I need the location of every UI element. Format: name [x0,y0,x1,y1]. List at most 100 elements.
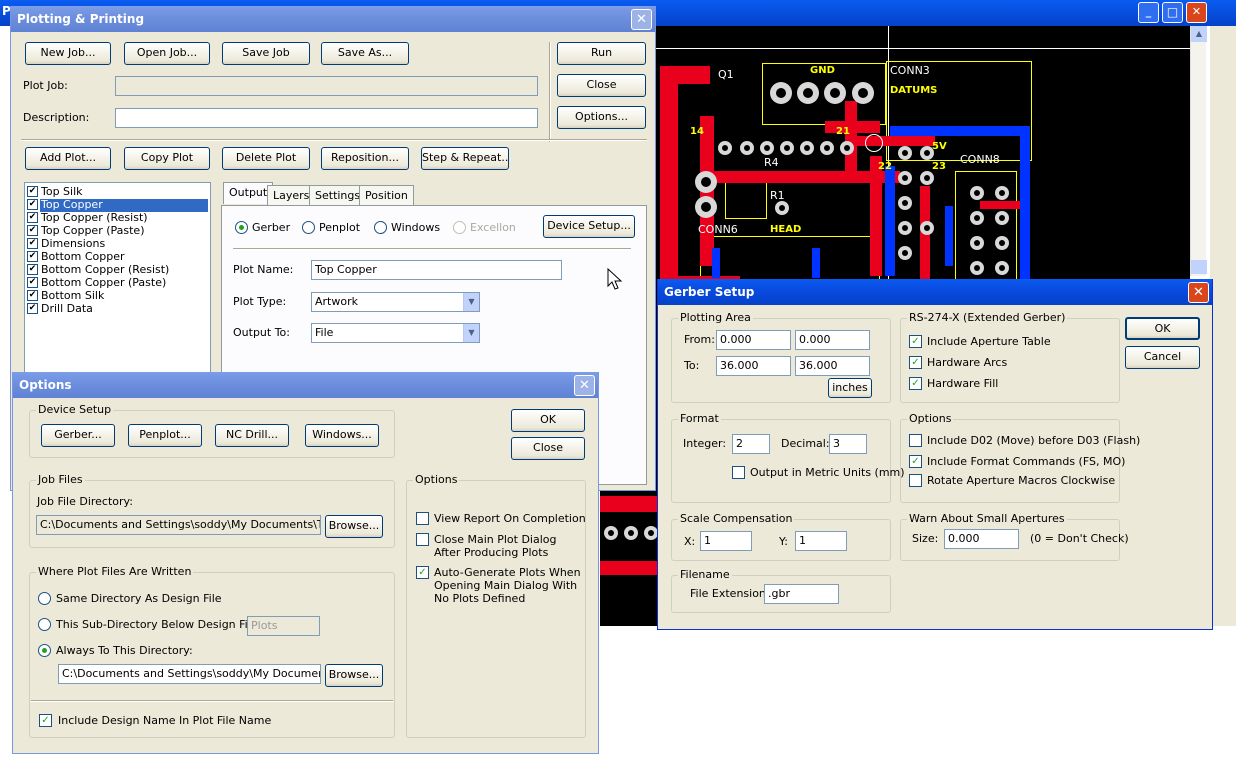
trace [870,156,882,276]
integer-field[interactable]: 2 [732,434,770,454]
size-field[interactable]: 0.000 [944,529,1019,549]
description-field[interactable] [115,108,538,128]
tab-strip: Output Layers Settings Position [221,182,651,206]
view-report-checkbox[interactable] [416,512,429,525]
layer-checkbox[interactable]: ✔ [27,199,38,210]
windows-radio[interactable] [374,221,387,234]
pad [970,186,984,200]
close-main-button[interactable]: ✕ [1186,2,1207,23]
gerber-radio[interactable] [235,221,248,234]
always-dir-field[interactable]: C:\Documents and Settings\soddy\My Docum… [58,664,321,684]
scroll-up-arrow-icon[interactable]: ▲ [1191,26,1207,42]
browse-job-dir-button[interactable]: Browse... [325,515,383,538]
tab-settings[interactable]: Settings [309,185,367,205]
close-button[interactable]: Close [511,437,585,460]
job-dir-field[interactable]: C:\Documents and Settings\soddy\My Docum… [36,515,321,535]
layer-checkbox[interactable]: ✔ [27,225,38,236]
layer-checkbox[interactable]: ✔ [27,186,38,197]
output-to-select[interactable]: File ▼ [311,323,480,343]
gerber-title: Gerber Setup [658,279,1212,305]
file-extension-field[interactable]: .gbr [764,584,839,604]
from-y-field[interactable]: 0.000 [795,330,870,350]
decimal-field[interactable]: 3 [829,434,867,454]
open-job-button[interactable]: Open Job... [124,42,210,65]
add-plot-button[interactable]: Add Plot... [25,147,111,170]
to-y-field[interactable]: 36.000 [795,356,870,376]
where-legend: Where Plot Files Are Written [36,565,194,578]
browse-plot-dir-button[interactable]: Browse... [325,664,383,687]
include-design-checkbox[interactable]: ✓ [39,714,52,727]
pad [865,134,883,152]
run-button[interactable]: Run [557,42,646,65]
layer-checkbox[interactable]: ✔ [27,212,38,223]
layer-item[interactable]: ✔ Drill Data [27,302,208,316]
pad [624,526,638,540]
save-as-button[interactable]: Save As... [321,42,409,65]
layer-list[interactable]: ✔ Top Silk ✔ Top Copper ✔ Top Copper (Re… [24,182,211,382]
chevron-down-icon[interactable]: ▼ [463,324,479,342]
tab-output[interactable]: Output [223,182,274,204]
hardware-fill-checkbox[interactable]: ✓ [909,377,922,390]
plot-name-field[interactable]: Top Copper [311,260,562,280]
d02-checkbox[interactable] [909,434,922,447]
layer-checkbox[interactable]: ✔ [27,264,38,275]
close-main-checkbox[interactable] [416,533,429,546]
plot-job-field[interactable] [115,76,538,96]
scroll-thumb[interactable] [1191,260,1207,274]
scale-y-field[interactable]: 1 [795,531,847,551]
plot-type-select[interactable]: Artwork ▼ [311,292,480,312]
filename-legend: Filename [678,568,732,581]
reposition-button[interactable]: Reposition... [321,147,409,170]
close-icon[interactable]: ✕ [631,9,652,30]
cancel-button[interactable]: Cancel [1125,346,1200,369]
same-dir-radio[interactable] [38,592,51,605]
close-icon[interactable]: ✕ [574,375,595,396]
minimize-button[interactable]: _ [1138,2,1159,23]
ok-button[interactable]: OK [511,409,585,432]
metric-label: Output in Metric Units (mm) [750,466,905,479]
penplot-radio[interactable] [302,221,315,234]
sub-dir-radio[interactable] [38,618,51,631]
pad [920,221,934,235]
close-button[interactable]: Close [557,74,646,97]
close-icon[interactable]: ✕ [1188,282,1209,303]
pcb-label-5v: 5V [932,141,947,152]
gerber-setup-button[interactable]: Gerber... [41,424,115,447]
from-label: From: [684,333,715,346]
step-repeat-button[interactable]: Step & Repeat... [421,147,509,170]
device-setup-button[interactable]: Device Setup... [543,215,635,238]
hardware-arcs-checkbox[interactable]: ✓ [909,356,922,369]
chevron-down-icon[interactable]: ▼ [463,293,479,311]
scale-x-field[interactable]: 1 [700,531,752,551]
nc-drill-setup-button[interactable]: NC Drill... [215,424,289,447]
metric-checkbox[interactable] [732,466,745,479]
layer-checkbox[interactable]: ✔ [27,277,38,288]
penplot-setup-button[interactable]: Penplot... [128,424,202,447]
new-job-button[interactable]: New Job... [25,42,111,65]
vertical-scrollbar[interactable]: ▲ [1190,26,1207,276]
tab-position[interactable]: Position [359,185,414,205]
delete-plot-button[interactable]: Delete Plot [222,147,310,170]
always-dir-radio[interactable] [38,644,51,657]
rotate-macros-checkbox[interactable] [909,474,922,487]
scale-legend: Scale Compensation [678,512,795,525]
copy-plot-button[interactable]: Copy Plot [124,147,210,170]
inches-button[interactable]: inches [828,378,872,398]
options-legend: Options [413,473,460,486]
layer-checkbox[interactable]: ✔ [27,303,38,314]
windows-setup-button[interactable]: Windows... [305,424,379,447]
pad [760,141,774,155]
ok-button[interactable]: OK [1125,317,1200,340]
options-button[interactable]: Options... [557,106,646,129]
layer-checkbox[interactable]: ✔ [27,251,38,262]
close-main-label-2: After Producing Plots [434,546,549,559]
maximize-button[interactable]: □ [1162,2,1183,23]
to-x-field[interactable]: 36.000 [716,356,791,376]
layer-checkbox[interactable]: ✔ [27,290,38,301]
layer-checkbox[interactable]: ✔ [27,238,38,249]
auto-generate-checkbox[interactable]: ✓ [416,566,429,579]
aperture-table-checkbox[interactable]: ✓ [909,335,922,348]
format-commands-checkbox[interactable]: ✓ [909,455,922,468]
save-job-button[interactable]: Save Job [222,42,310,65]
from-x-field[interactable]: 0.000 [716,330,791,350]
